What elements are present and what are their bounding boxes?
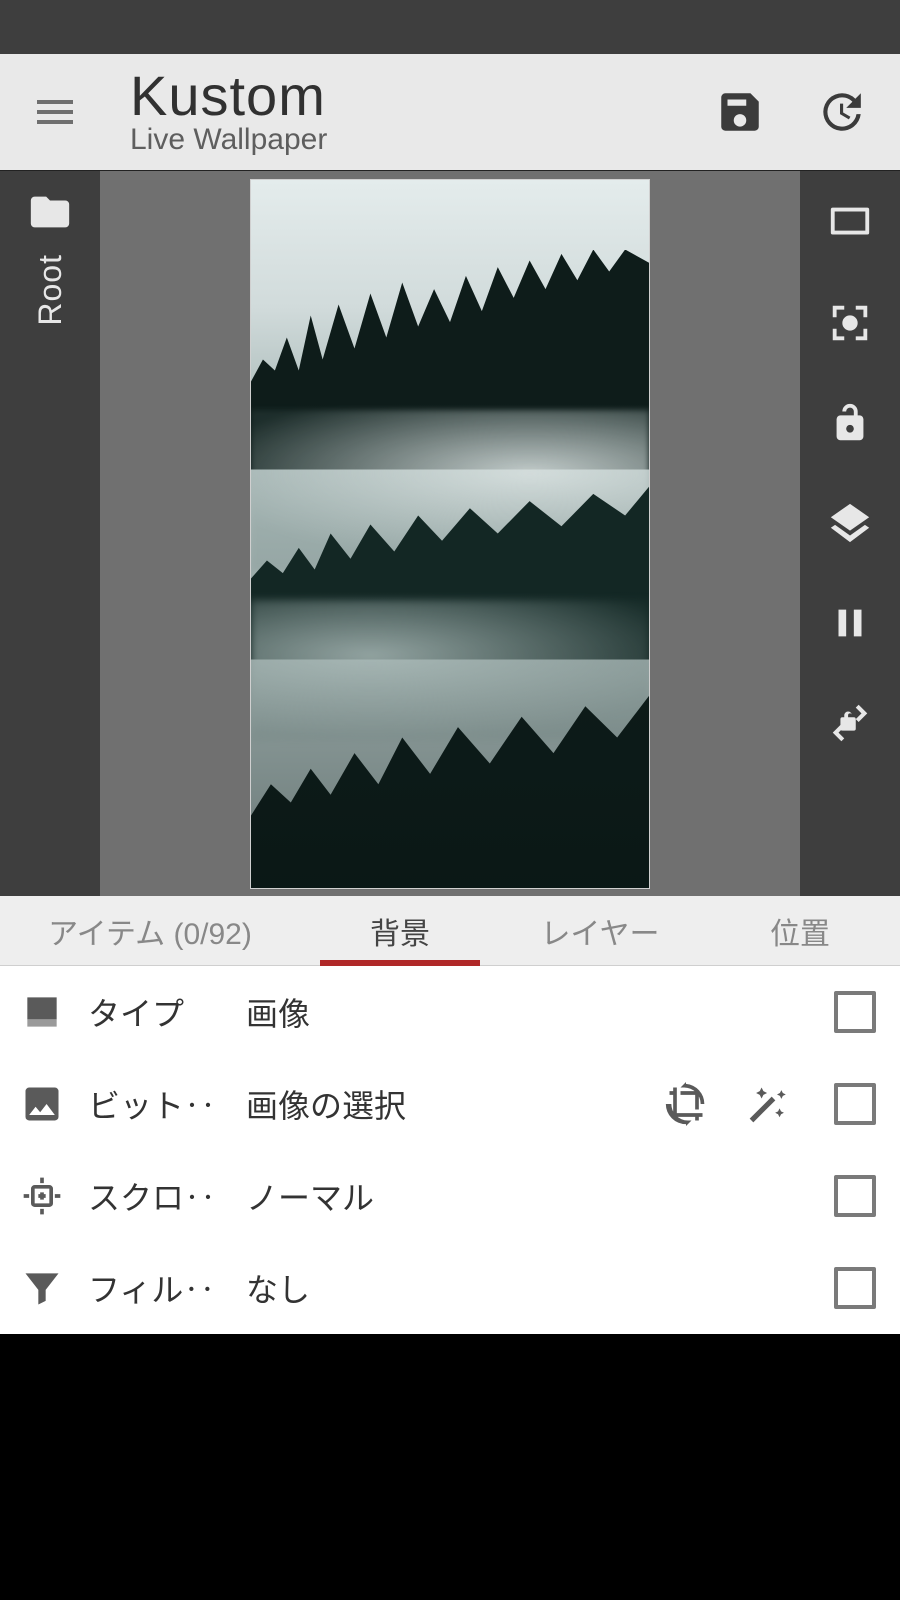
system-navbar [0,1334,900,1600]
lock-button[interactable] [822,395,878,451]
property-row-bitmap[interactable]: ビット‥ 画像の選択 [0,1058,900,1150]
image-icon [16,1078,68,1130]
root-button[interactable] [27,189,73,240]
save-button[interactable] [700,72,780,152]
rotation-lock-button[interactable] [822,695,878,751]
header-title-block: Kustom Live Wallpaper [130,67,680,158]
property-row-type[interactable]: タイプ 画像 [0,966,900,1058]
status-bar [0,0,900,54]
row-value: 画像 [246,989,796,1035]
property-row-filter[interactable]: フィル‥ なし [0,1242,900,1334]
row-label: ビット‥ [88,1081,226,1127]
filter-icon [16,1262,68,1314]
magic-wand-icon [746,1082,790,1126]
row-checkbox[interactable] [834,991,876,1033]
tab-layer[interactable]: レイヤー [500,896,700,965]
root-label: Root [32,254,69,326]
center-focus-icon [827,300,873,346]
preview-area: Root [0,170,900,896]
row-checkbox[interactable] [834,1175,876,1217]
crop-button[interactable] [658,1076,714,1132]
row-value: 画像の選択 [246,1081,632,1127]
layers-button[interactable] [822,495,878,551]
row-label: タイプ [88,989,226,1035]
lock-open-icon [827,400,873,446]
row-label: フィル‥ [88,1265,226,1311]
history-button[interactable] [800,72,880,152]
pause-icon [827,600,873,646]
property-list: タイプ 画像 ビット‥ 画像の選択 スクロ‥ ノーマル フィル‥ なし [0,966,900,1334]
app-subtitle: Live Wallpaper [130,123,680,157]
crop-rotate-icon [664,1082,708,1126]
row-checkbox[interactable] [834,1083,876,1125]
preview-canvas[interactable] [250,179,650,889]
focus-button[interactable] [822,295,878,351]
rotation-lock-icon [827,700,873,746]
row-value: なし [246,1265,796,1311]
folder-icon [27,189,73,235]
save-icon [715,87,765,137]
history-icon [815,87,865,137]
tab-bar: アイテム (0/92) 背景 レイヤー 位置 [0,896,900,966]
magic-button[interactable] [740,1076,796,1132]
app-header: Kustom Live Wallpaper [0,54,900,170]
scroll-icon [16,1170,68,1222]
right-rail [800,171,900,896]
left-rail: Root [0,171,100,896]
row-checkbox[interactable] [834,1267,876,1309]
app-title: Kustom [130,67,680,126]
tab-items[interactable]: アイテム (0/92) [0,896,300,965]
property-row-scroll[interactable]: スクロ‥ ノーマル [0,1150,900,1242]
tab-position[interactable]: 位置 [700,896,900,965]
layers-icon [827,500,873,546]
menu-button[interactable] [10,67,100,157]
monitor-icon [827,200,873,246]
pause-button[interactable] [822,595,878,651]
display-mode-button[interactable] [822,195,878,251]
hamburger-icon [31,88,79,136]
row-label: スクロ‥ [88,1173,226,1219]
preview-canvas-wrap [100,171,800,896]
row-value: ノーマル [246,1173,796,1219]
type-icon [16,986,68,1038]
tab-background[interactable]: 背景 [300,896,500,965]
